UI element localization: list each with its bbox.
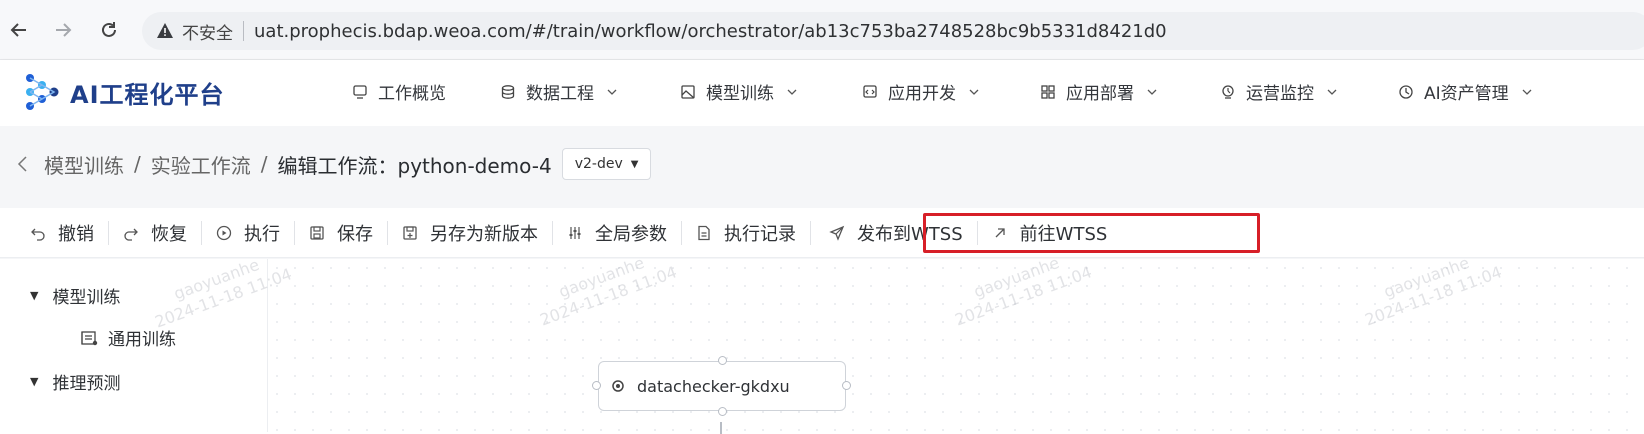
menu-data-engineering[interactable]: 数据工程 [500,79,618,104]
clock-icon [1399,84,1413,99]
tree-item-label: 通用训练 [108,330,176,350]
menu-label: 应用开发 [888,84,956,104]
breadcrumb-item-experiment-workflow[interactable]: 实验工作流 [151,150,251,179]
node-label: datachecker-gkdxu [637,376,790,396]
menu-label: 数据工程 [526,84,594,104]
undo-icon [31,228,45,241]
breadcrumb-separator: / [260,152,268,176]
workflow-canvas[interactable]: datachecker-gkdxu gaoyuanhe 2024-11-18 11… [152,253,1644,434]
menu-ai-asset-management[interactable]: AI资产管理 [1398,79,1533,104]
save-as-icon [403,225,417,240]
arrow-right-icon [56,23,72,37]
database-icon [501,84,515,99]
menu-operations-monitoring[interactable]: 运营监控 [1220,79,1338,104]
toolbar-label: 执行记录 [724,223,796,245]
toolbar-divider [810,220,811,245]
caret-down-icon: ▼ [630,158,639,170]
address-bar[interactable]: 不安全 uat.prophecis.bdap.weoa.com/#/train/… [142,12,1644,50]
breadcrumb-separator: / [134,152,141,176]
arrow-left-icon [10,23,26,37]
save-icon [310,225,324,240]
menu-label: AI资产管理 [1424,84,1509,104]
highlight-box [923,213,1260,253]
send-icon [829,225,845,241]
warning-icon [157,23,173,38]
toolbar-label: 保存 [337,223,373,245]
back-button[interactable] [6,17,32,43]
redo-icon [124,228,138,241]
page-content: 模型训练 / 实验工作流 / 编辑工作流：python-demo-4 v2-de… [0,126,1644,434]
breadcrumb-item-model-training[interactable]: 模型训练 [44,150,124,179]
execution-records-button[interactable]: 执行记录 [682,208,810,258]
toolbar-label: 执行 [244,223,280,245]
toolbar-label: 另存为新版本 [430,223,538,245]
app-logo[interactable]: AI工程化平台 [22,70,225,114]
reload-icon [102,22,116,37]
workflow-toolbar: 撤销 恢复 执行 保存 另存为新版本 全局参数 执行记录 发布到WTSS 前往W… [0,208,1644,258]
chevron-down-icon [1147,89,1157,95]
code-icon [863,84,877,98]
gear-icon [612,380,624,392]
chevron-down-icon [969,89,979,95]
menu-overview[interactable]: 工作概览 [352,79,446,104]
save-button[interactable]: 保存 [295,208,387,258]
chevron-down-icon [607,89,617,95]
menu-label: 工作概览 [378,84,446,104]
workflow-node[interactable]: datachecker-gkdxu [598,361,846,411]
image-icon [681,84,695,99]
execute-button[interactable]: 执行 [202,208,294,258]
app-title: AI工程化平台 [70,80,225,109]
tree-group-model-training[interactable]: ▼ 模型训练 [30,283,120,308]
chevron-down-icon [1522,89,1532,95]
menu-app-deployment[interactable]: 应用部署 [1040,79,1158,104]
document-icon [698,225,710,240]
tree-group-label: 推理预测 [52,374,121,394]
chevron-left-icon[interactable] [16,155,30,173]
redo-button[interactable]: 恢复 [109,208,201,258]
menu-label: 运营监控 [1246,84,1314,104]
sliders-icon [569,226,581,239]
caret-down-icon: ▼ [30,375,39,388]
caret-down-icon: ▼ [30,289,39,302]
node-input-port[interactable] [718,356,727,365]
toolbar-label: 撤销 [58,223,94,245]
chevron-down-icon [1327,89,1337,95]
menu-app-development[interactable]: 应用开发 [862,79,980,104]
url-text: uat.prophecis.bdap.weoa.com/#/train/work… [254,20,1167,42]
chevron-down-icon [787,89,797,95]
node-output-port[interactable] [718,407,727,416]
logo-icon [26,74,59,110]
forward-button[interactable] [50,17,76,43]
version-select[interactable]: v2-dev ▼ [561,148,652,180]
play-icon [216,225,232,240]
tree-group-label: 模型训练 [52,288,121,308]
train-icon [81,330,98,345]
deploy-icon [1041,84,1055,99]
menu-label: 应用部署 [1066,84,1134,104]
menu-model-training[interactable]: 模型训练 [680,79,798,104]
insecure-label: 不安全 [182,23,233,44]
node-left-port[interactable] [592,381,601,390]
node-connector [720,422,722,434]
app-header: AI工程化平台 工作概览 数据工程 模型训练 应用开发 应用部署 运营监控 AI… [0,60,1644,126]
save-as-new-version-button[interactable]: 另存为新版本 [388,208,552,258]
reload-button[interactable] [96,17,122,43]
monitor-pin-icon [1222,84,1234,99]
browser-toolbar: 不安全 uat.prophecis.bdap.weoa.com/#/train/… [0,0,1644,60]
omnibox-divider [243,21,244,41]
tree-item-general-training[interactable]: 通用训练 [80,325,176,350]
menu-label: 模型训练 [706,84,774,104]
toolbar-label: 全局参数 [595,223,667,245]
global-params-button[interactable]: 全局参数 [553,208,681,258]
breadcrumb: 模型训练 / 实验工作流 / 编辑工作流：python-demo-4 v2-de… [16,148,652,180]
monitor-icon [353,84,367,99]
version-value: v2-dev [574,156,623,172]
node-right-port[interactable] [842,381,851,390]
breadcrumb-current: 编辑工作流：python-demo-4 [277,153,552,178]
undo-button[interactable]: 撤销 [16,208,108,258]
toolbar-label: 恢复 [151,223,187,245]
component-sidebar: ▼ 模型训练 通用训练 ▼ 推理预测 [0,259,268,432]
tree-group-inference[interactable]: ▼ 推理预测 [30,369,120,394]
